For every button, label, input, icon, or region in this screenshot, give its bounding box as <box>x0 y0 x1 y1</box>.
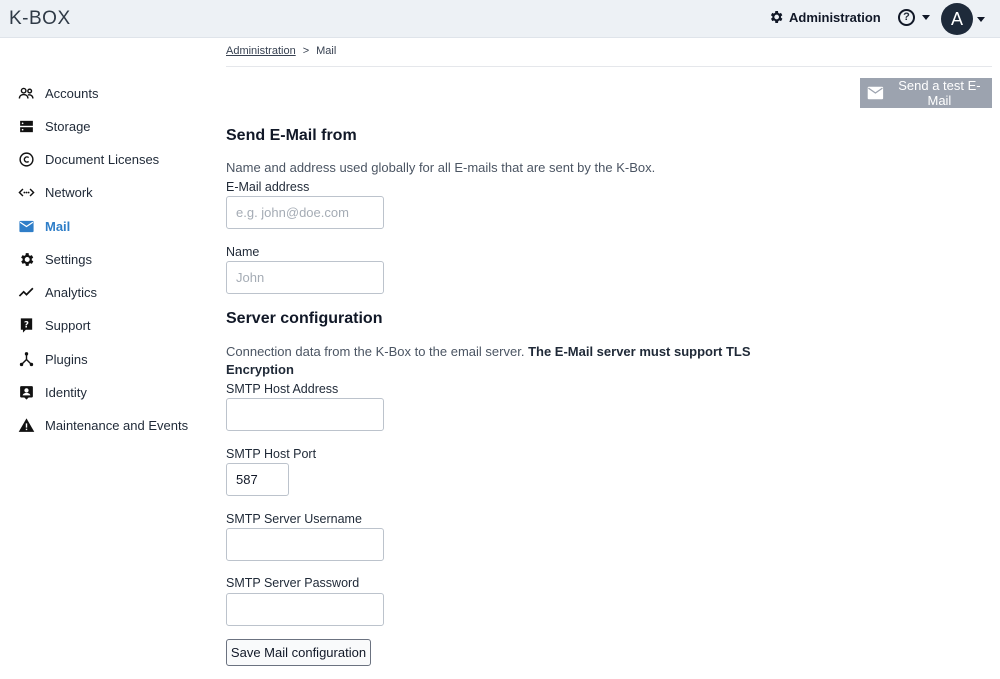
sidebar-item-label: Document Licenses <box>45 151 160 167</box>
sidebar-item-network[interactable]: Network <box>17 181 202 203</box>
app-logo[interactable]: K-BOX <box>9 8 71 30</box>
avatar: A <box>941 3 973 35</box>
server-configuration-heading: Server configuration <box>226 310 383 327</box>
sidebar-item-label: Settings <box>45 251 92 267</box>
sidebar-item-storage[interactable]: Storage <box>17 115 202 137</box>
sidebar-item-label: Network <box>45 184 93 200</box>
sidebar-item-label: Plugins <box>45 351 88 367</box>
sidebar: Accounts Storage Document Licenses Netwo… <box>0 38 205 679</box>
sidebar-item-label: Analytics <box>45 284 98 300</box>
send-from-heading: Send E-Mail from <box>226 127 357 144</box>
gear-icon <box>770 11 783 23</box>
smtp-port-input[interactable] <box>226 463 289 496</box>
smtp-username-label: SMTP Server Username <box>226 512 362 526</box>
identity-icon <box>17 383 35 401</box>
sidebar-item-label: Accounts <box>45 85 99 101</box>
help-icon: ? <box>898 9 915 26</box>
send-test-email-button[interactable]: Send a test E-Mail <box>860 78 992 108</box>
copyright-icon <box>17 150 35 168</box>
sidebar-item-settings[interactable]: Settings <box>17 248 202 270</box>
breadcrumb: Administration > Mail <box>226 45 336 57</box>
help-menu-button[interactable]: ? <box>898 9 930 26</box>
gear-icon <box>17 250 35 268</box>
analytics-icon <box>17 283 35 301</box>
mail-icon <box>17 217 35 235</box>
chevron-down-icon <box>922 15 930 20</box>
user-menu-button[interactable]: A <box>941 3 985 35</box>
server-description-text: Connection data from the K-Box to the em… <box>226 344 525 359</box>
smtp-host-input[interactable] <box>226 398 384 431</box>
administration-label: Administration <box>789 9 881 25</box>
support-icon: ? <box>17 316 35 334</box>
name-input[interactable] <box>226 261 384 294</box>
network-icon <box>17 183 35 201</box>
users-icon <box>17 84 35 102</box>
smtp-password-input[interactable] <box>226 593 384 626</box>
smtp-host-label: SMTP Host Address <box>226 382 339 396</box>
smtp-password-label: SMTP Server Password <box>226 576 360 590</box>
smtp-username-input[interactable] <box>226 528 384 561</box>
save-mail-configuration-button[interactable]: Save Mail configuration <box>226 639 371 666</box>
sidebar-item-label: Mail <box>45 218 71 234</box>
send-from-description: Name and address used globally for all E… <box>226 160 656 175</box>
sidebar-item-identity[interactable]: Identity <box>17 381 202 403</box>
sidebar-item-maintenance[interactable]: Maintenance and Events <box>17 414 202 436</box>
sidebar-item-document-licenses[interactable]: Document Licenses <box>17 148 202 170</box>
sidebar-item-mail[interactable]: Mail <box>17 215 202 237</box>
administration-link[interactable]: Administration <box>768 9 881 25</box>
sidebar-item-support[interactable]: ? Support <box>17 314 202 336</box>
storage-icon <box>17 117 35 135</box>
name-label: Name <box>226 245 260 259</box>
svg-text:?: ? <box>24 320 29 330</box>
top-bar: K-BOX Administration ? A <box>0 0 1000 38</box>
breadcrumb-administration-link[interactable]: Administration <box>226 45 296 57</box>
sidebar-item-accounts[interactable]: Accounts <box>17 82 202 104</box>
smtp-port-label: SMTP Host Port <box>226 447 317 461</box>
breadcrumb-separator: > <box>302 45 310 57</box>
chevron-down-icon <box>977 16 985 22</box>
plugins-icon <box>17 350 35 368</box>
mail-icon <box>867 86 884 100</box>
breadcrumb-current: Mail <box>316 45 337 57</box>
sidebar-item-label: Maintenance and Events <box>45 417 189 433</box>
sidebar-item-label: Storage <box>45 118 91 134</box>
email-address-label: E-Mail address <box>226 180 310 194</box>
sidebar-item-analytics[interactable]: Analytics <box>17 281 202 303</box>
sidebar-item-label: Support <box>45 317 91 333</box>
breadcrumb-divider <box>226 66 992 67</box>
warning-icon <box>17 416 35 434</box>
sidebar-item-label: Identity <box>45 384 87 400</box>
email-address-input[interactable] <box>226 196 384 229</box>
send-test-email-label: Send a test E-Mail <box>898 78 981 108</box>
sidebar-item-plugins[interactable]: Plugins <box>17 348 202 370</box>
server-description: Connection data from the K-Box to the em… <box>226 343 766 379</box>
